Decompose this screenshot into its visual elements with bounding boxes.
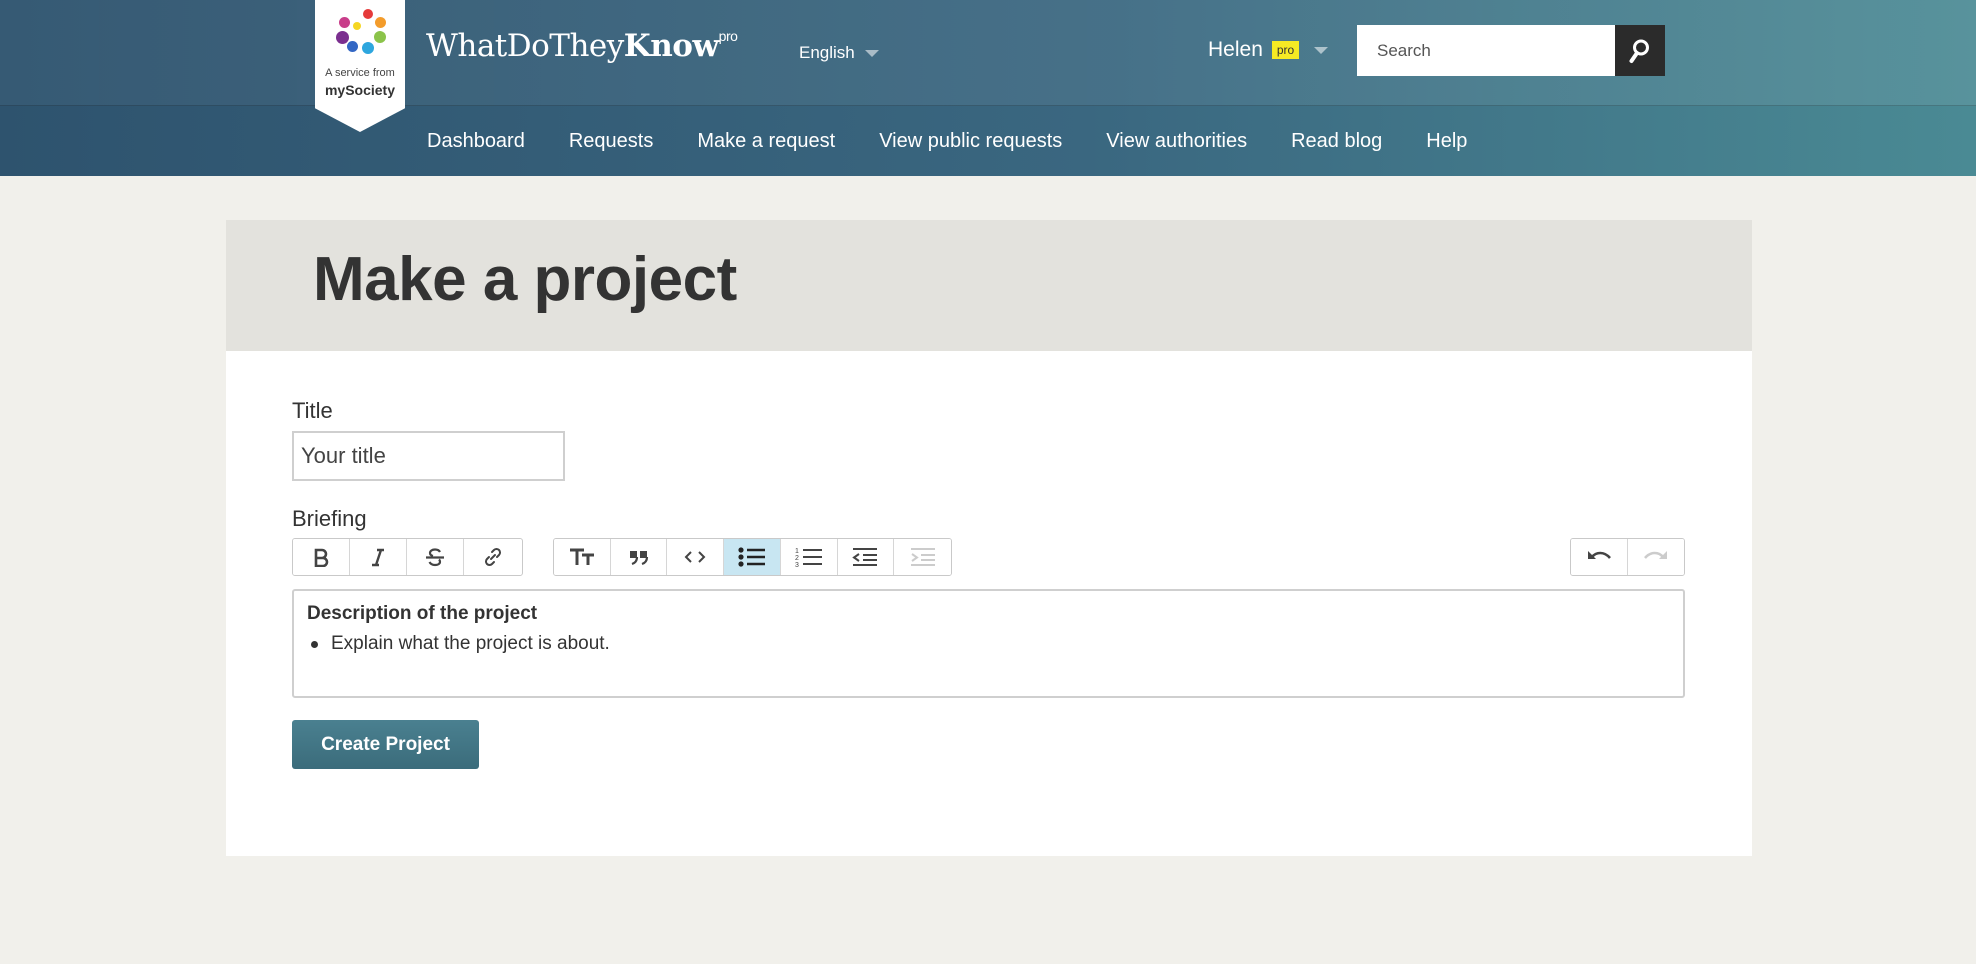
page-title: Make a project bbox=[313, 245, 737, 314]
title-input[interactable] bbox=[292, 431, 565, 481]
page-header-panel: Make a project bbox=[226, 220, 1752, 351]
toolbar-block-formatting: 1 2 3 bbox=[553, 538, 952, 576]
italic-icon bbox=[372, 548, 384, 567]
link-icon bbox=[484, 547, 501, 567]
redo-icon bbox=[1643, 551, 1667, 559]
code-icon bbox=[684, 551, 706, 563]
bullet-list-icon bbox=[738, 547, 766, 567]
bullet-list-button[interactable] bbox=[724, 539, 781, 575]
language-label: English bbox=[799, 43, 855, 62]
numbered-list-icon: 1 2 3 bbox=[795, 548, 822, 568]
briefing-label: Briefing bbox=[292, 506, 367, 531]
editor-bullet-item: Explain what the project is about. bbox=[307, 633, 1670, 655]
logo-pro-superscript: pro bbox=[718, 27, 738, 44]
site-logo[interactable]: WhatDoTheyKnowpro bbox=[426, 27, 738, 64]
nav-item-help[interactable]: Help bbox=[1426, 130, 1467, 153]
toolbar-history bbox=[1570, 538, 1685, 576]
toolbar-text-formatting bbox=[292, 538, 523, 576]
redo-button[interactable] bbox=[1627, 539, 1684, 575]
nav-item-requests[interactable]: Requests bbox=[569, 130, 654, 153]
outdent-icon bbox=[852, 548, 878, 566]
search-input[interactable] bbox=[1357, 25, 1615, 76]
bullet-icon bbox=[311, 640, 318, 648]
logo-bold-text: Know bbox=[623, 28, 719, 64]
outdent-button[interactable] bbox=[837, 539, 895, 575]
chevron-down-icon bbox=[864, 49, 879, 57]
chevron-down-icon bbox=[1314, 46, 1329, 54]
mysociety-badge[interactable]: A service from mySociety bbox=[315, 0, 405, 132]
link-button[interactable] bbox=[464, 539, 521, 575]
indent-icon bbox=[910, 548, 935, 566]
code-button[interactable] bbox=[667, 539, 725, 575]
search-button[interactable] bbox=[1615, 25, 1665, 76]
numbered-list-button[interactable]: 1 2 3 bbox=[780, 539, 838, 575]
italic-button[interactable] bbox=[350, 539, 407, 575]
heading-button[interactable] bbox=[554, 539, 611, 575]
editor-bullet-text: Explain what the project is about. bbox=[331, 633, 610, 654]
badge-brand: mySociety bbox=[324, 82, 396, 98]
title-label: Title bbox=[292, 398, 333, 423]
search-icon bbox=[1629, 39, 1649, 63]
user-name: Helen bbox=[1208, 38, 1263, 61]
quote-icon bbox=[629, 551, 648, 566]
heading-icon bbox=[569, 548, 594, 565]
nav-item-view-authorities[interactable]: View authorities bbox=[1106, 130, 1247, 153]
project-form: Title Briefing bbox=[226, 351, 1752, 856]
bold-button[interactable] bbox=[293, 539, 350, 575]
site-header: A service from mySociety WhatDoTheyKnowp… bbox=[0, 0, 1976, 176]
header-top-bar bbox=[0, 0, 1976, 106]
logo-light-text: WhatDoThey bbox=[426, 28, 624, 64]
pro-badge: pro bbox=[1271, 41, 1300, 59]
nav-item-make-request[interactable]: Make a request bbox=[697, 130, 835, 153]
indent-button[interactable] bbox=[894, 539, 951, 575]
undo-icon bbox=[1587, 551, 1611, 559]
nav-item-view-public-requests[interactable]: View public requests bbox=[879, 130, 1062, 153]
user-menu[interactable]: Helen pro bbox=[1208, 38, 1329, 62]
quote-button[interactable] bbox=[610, 539, 668, 575]
bold-icon bbox=[314, 548, 329, 567]
svg-text:3: 3 bbox=[795, 562, 799, 568]
nav-item-read-blog[interactable]: Read blog bbox=[1291, 130, 1382, 153]
mysociety-logo-icon bbox=[315, 0, 405, 70]
briefing-editor[interactable]: Description of the project Explain what … bbox=[292, 589, 1685, 698]
strikethrough-button[interactable] bbox=[407, 539, 464, 575]
svg-text:1: 1 bbox=[795, 548, 799, 555]
badge-tagline: A service from bbox=[325, 67, 395, 79]
main-nav: Dashboard Requests Make a request View p… bbox=[427, 107, 1511, 176]
editor-heading: Description of the project bbox=[307, 603, 538, 624]
create-project-button[interactable]: Create Project bbox=[292, 720, 479, 769]
search-form bbox=[1357, 25, 1665, 76]
strikethrough-icon bbox=[426, 548, 444, 567]
undo-button[interactable] bbox=[1571, 539, 1628, 575]
nav-item-dashboard[interactable]: Dashboard bbox=[427, 130, 525, 153]
language-selector[interactable]: English bbox=[799, 43, 879, 63]
svg-text:2: 2 bbox=[795, 555, 799, 562]
